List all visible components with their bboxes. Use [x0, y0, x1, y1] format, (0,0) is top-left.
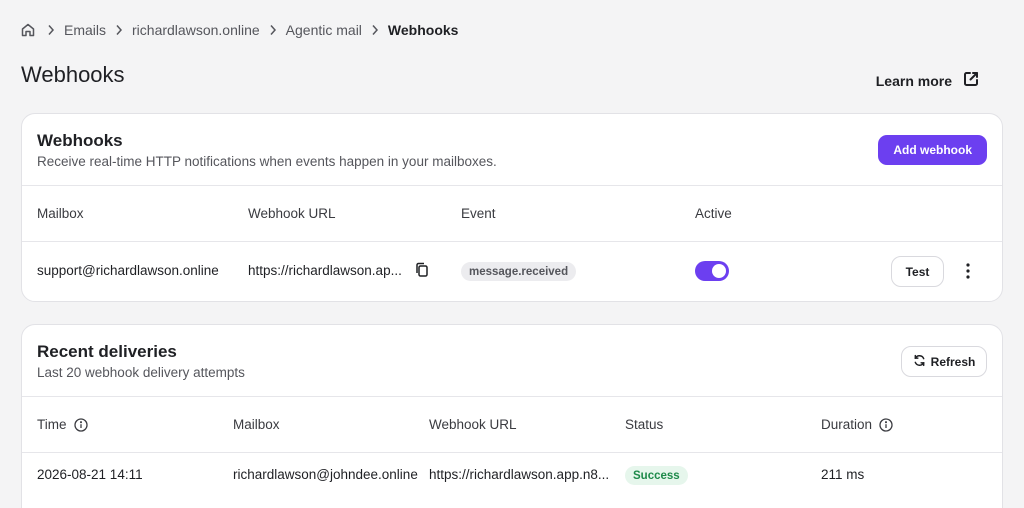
- breadcrumb-current: Webhooks: [387, 22, 459, 38]
- column-header-event: Event: [461, 206, 496, 221]
- add-webhook-button[interactable]: Add webhook: [878, 135, 987, 165]
- breadcrumb-item-emails[interactable]: Emails: [64, 22, 106, 38]
- delivery-duration: 211 ms: [821, 467, 865, 482]
- event-badge: message.received: [461, 262, 577, 281]
- refresh-icon: [913, 354, 926, 370]
- webhook-mailbox: support@richardlawson.online: [37, 263, 219, 278]
- chevron-right-icon: [269, 24, 277, 36]
- column-header-webhook-url: Webhook URL: [248, 206, 336, 221]
- copy-icon[interactable]: [415, 262, 429, 278]
- deliveries-card-title: Recent deliveries: [37, 342, 177, 361]
- learn-more-label: Learn more: [875, 72, 952, 89]
- webhooks-table-header: Mailbox Webhook URL Event Active: [22, 186, 1002, 242]
- column-header-status: Status: [625, 417, 664, 432]
- deliveries-card-header: Recent deliveries Last 20 webhook delive…: [22, 325, 1002, 397]
- test-button[interactable]: Test: [891, 256, 944, 287]
- delivery-webhook-url: https://richardlawson.app.n8...: [429, 467, 610, 482]
- refresh-label: Refresh: [930, 354, 976, 369]
- info-icon[interactable]: [879, 417, 893, 432]
- breadcrumb-item-agentic-mail[interactable]: Agentic mail: [286, 22, 362, 38]
- webhook-url: https://richardlawson.ap...: [248, 263, 402, 278]
- chevron-right-icon: [47, 24, 55, 36]
- chevron-right-icon: [371, 24, 379, 36]
- home-icon[interactable]: [20, 21, 38, 39]
- table-row: support@richardlawson.online https://ric…: [22, 242, 1002, 301]
- refresh-button[interactable]: Refresh: [901, 346, 987, 377]
- webhooks-card-title: Webhooks: [37, 131, 123, 150]
- column-header-time: Time: [37, 417, 88, 432]
- active-toggle[interactable]: [695, 261, 729, 281]
- more-vertical-icon[interactable]: [959, 260, 977, 282]
- deliveries-table-header: Time Mailbox Webhook URL Status Duration: [22, 397, 1002, 453]
- breadcrumb: Emails richardlawson.online Agentic mail…: [20, 20, 458, 40]
- table-row[interactable]: 2026-08-21 14:11 richardlawson@johndee.o…: [22, 453, 1002, 508]
- status-badge: Success: [625, 466, 688, 485]
- column-header-mailbox: Mailbox: [37, 206, 84, 221]
- webhooks-card-header: Webhooks Receive real-time HTTP notifica…: [22, 114, 1002, 186]
- column-header-mailbox: Mailbox: [233, 417, 280, 432]
- page-title: Webhooks: [21, 62, 125, 87]
- webhooks-card-subtitle: Receive real-time HTTP notifications whe…: [37, 154, 497, 169]
- info-icon[interactable]: [73, 417, 88, 432]
- toggle-knob: [712, 264, 726, 278]
- external-link-icon: [962, 70, 980, 91]
- deliveries-card-subtitle: Last 20 webhook delivery attempts: [37, 365, 245, 380]
- column-header-duration: Duration: [821, 417, 893, 432]
- delivery-time: 2026-08-21 14:11: [37, 467, 143, 482]
- deliveries-card: Recent deliveries Last 20 webhook delive…: [21, 324, 1003, 508]
- delivery-mailbox: richardlawson@johndee.online: [233, 467, 418, 482]
- column-header-active: Active: [695, 206, 732, 221]
- chevron-right-icon: [115, 24, 123, 36]
- learn-more-link[interactable]: Learn more: [876, 70, 980, 91]
- webhooks-card: Webhooks Receive real-time HTTP notifica…: [21, 113, 1003, 302]
- column-header-duration-label: Duration: [821, 417, 873, 432]
- breadcrumb-item-domain[interactable]: richardlawson.online: [132, 22, 260, 38]
- column-header-time-label: Time: [37, 417, 67, 432]
- column-header-webhook-url: Webhook URL: [429, 417, 517, 432]
